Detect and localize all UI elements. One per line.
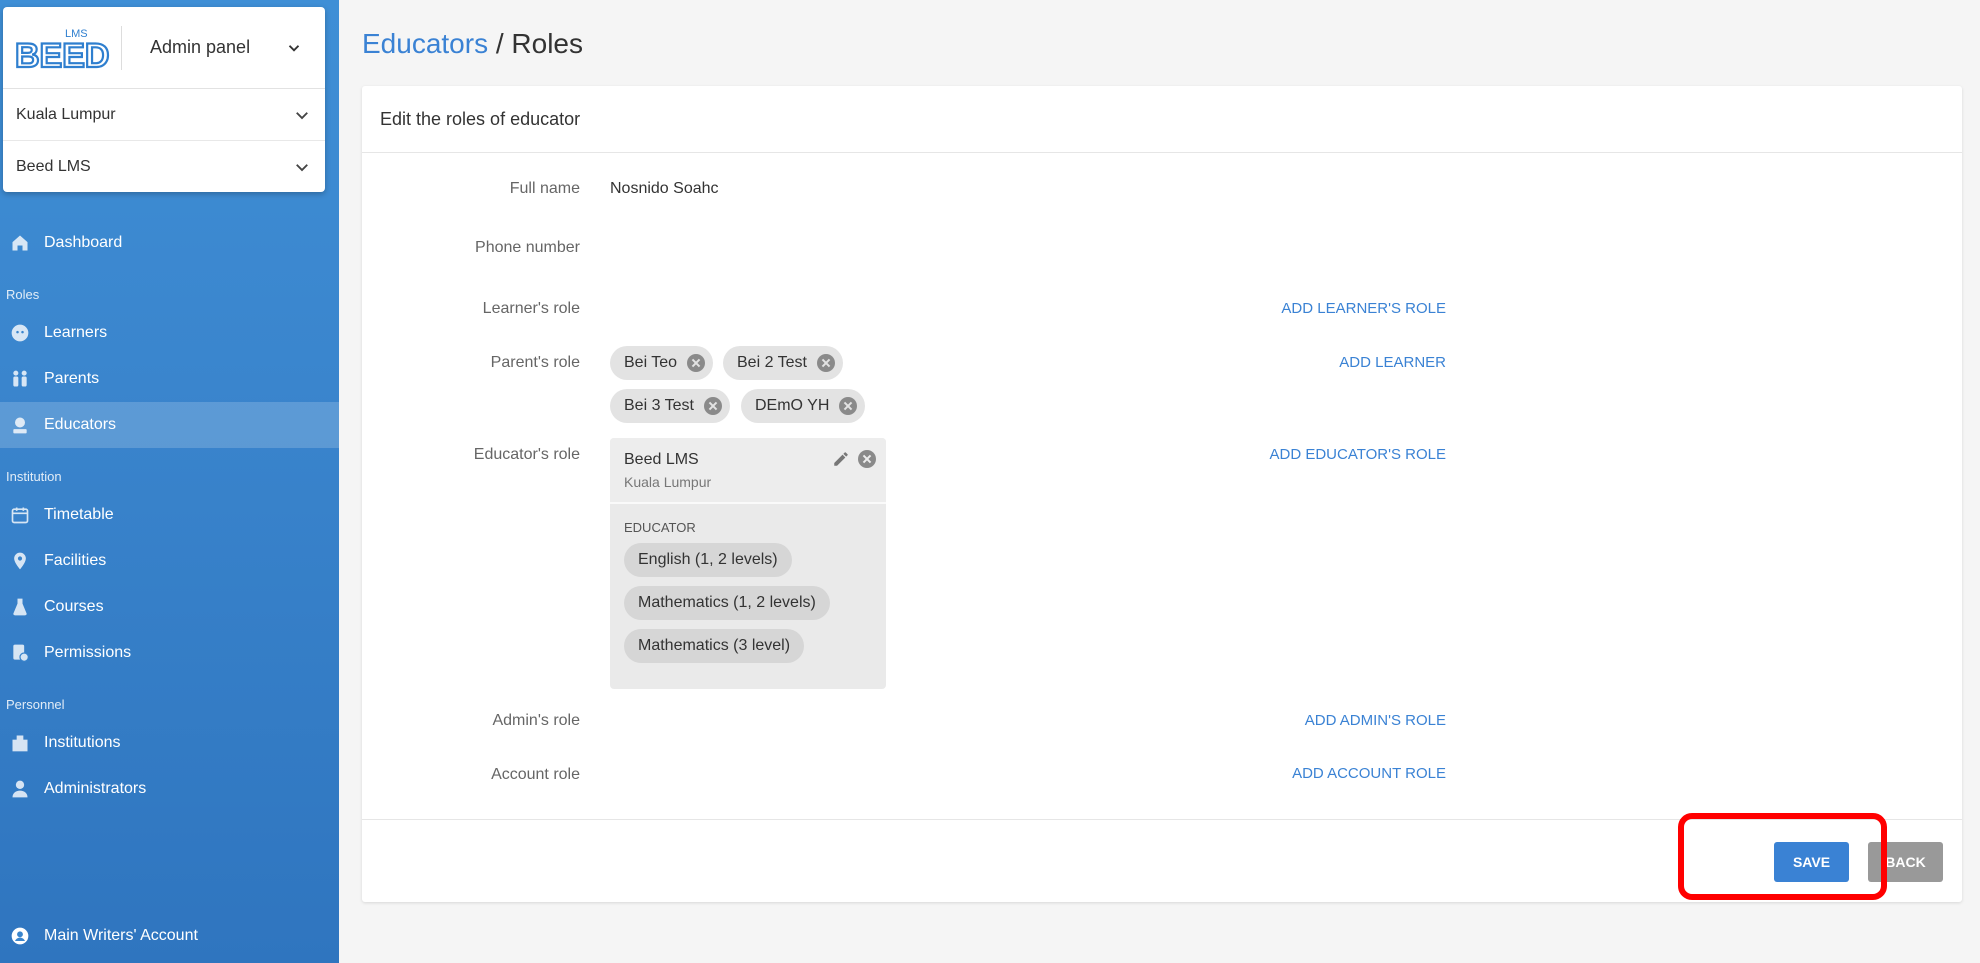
edit-roles-card: Edit the roles of educator Full name Nos… (362, 86, 1962, 902)
add-admin-role-link[interactable]: ADD ADMIN'S ROLE (1305, 712, 1446, 729)
admin-role-label: Admin's role (492, 712, 580, 729)
chevron-down-icon (296, 164, 308, 172)
breadcrumb-educators-link[interactable]: Educators (362, 28, 488, 59)
beed-logo[interactable]: LMS BEED (3, 7, 121, 89)
full-name-value: Nosnido Soahc (610, 180, 719, 197)
add-learner-link[interactable]: ADD LEARNER (1339, 354, 1446, 371)
learner-role-label: Learner's role (482, 300, 580, 317)
chevron-down-icon (288, 44, 300, 52)
sidebar: LMS BEED Admin panel Kuala Lumpur Beed L… (0, 0, 339, 963)
section-institution: Institution (6, 469, 62, 484)
educator-city: Kuala Lumpur (624, 474, 712, 490)
educator-role-label: Educator's role (473, 446, 580, 463)
remove-chip-icon[interactable] (687, 354, 706, 372)
subject-chip: Mathematics (1, 2 levels) (624, 586, 830, 620)
org-header: LMS BEED Admin panel (3, 7, 325, 89)
breadcrumb-separator: / (488, 28, 512, 59)
sidebar-item-courses[interactable]: Courses (0, 584, 339, 630)
educator-role-header: Beed LMS Kuala Lumpur (610, 438, 886, 504)
add-educator-role-link[interactable]: ADD EDUCATOR'S ROLE (1269, 446, 1446, 463)
sidebar-item-label: Facilities (44, 552, 107, 569)
remove-chip-icon[interactable] (703, 397, 722, 415)
sidebar-nav: Dashboard Roles Learners Parents Educato… (0, 220, 339, 812)
chip-label: Bei Teo (624, 354, 678, 371)
breadcrumb: Educators / Roles (362, 28, 583, 60)
sidebar-item-dashboard[interactable]: Dashboard (0, 220, 339, 266)
parent-role-label: Parent's role (490, 354, 580, 371)
sidebar-item-label: Dashboard (44, 234, 123, 251)
sidebar-item-institutions[interactable]: Institutions (0, 720, 339, 766)
parent-chip: Bei Teo (610, 346, 714, 380)
account-name: Main Writers' Account (44, 927, 198, 944)
sidebar-item-label: Permissions (44, 644, 132, 661)
add-learner-role-link[interactable]: ADD LEARNER'S ROLE (1281, 300, 1446, 317)
institution-select[interactable]: Beed LMS (3, 141, 325, 193)
sidebar-item-label: Timetable (44, 506, 114, 523)
location-select[interactable]: Kuala Lumpur (3, 89, 325, 141)
logo-text: BEED (15, 37, 109, 73)
remove-chip-icon[interactable] (816, 354, 835, 372)
parent-chip: Bei 2 Test (723, 346, 843, 380)
sidebar-item-educators[interactable]: Educators (0, 402, 339, 448)
save-button[interactable]: SAVE (1774, 842, 1849, 882)
building-icon (12, 735, 28, 752)
parent-chip: DEmO YH (741, 389, 866, 423)
parents-icon (13, 370, 27, 387)
sidebar-item-label: Institutions (44, 734, 121, 751)
admin-panel-label: Admin panel (150, 37, 251, 57)
sidebar-item-parents[interactable]: Parents (0, 356, 339, 402)
learner-icon (11, 324, 29, 342)
chip-label: Bei 2 Test (737, 354, 807, 371)
chip-label: DEmO YH (755, 397, 830, 414)
sidebar-item-permissions[interactable]: Permissions (0, 630, 339, 676)
subject-chip: Mathematics (3 level) (624, 629, 805, 663)
account-role-label: Account role (491, 766, 580, 783)
add-account-role-link[interactable]: ADD ACCOUNT ROLE (1292, 765, 1446, 782)
sidebar-item-label: Learners (44, 324, 108, 341)
card-title: Edit the roles of educator (362, 86, 1962, 153)
calendar-icon (11, 507, 29, 524)
educator-role-name: EDUCATOR (624, 520, 696, 535)
sidebar-item-label: Educators (44, 416, 117, 433)
subject-chip: English (1, 2 levels) (624, 543, 792, 577)
sidebar-item-facilities[interactable]: Facilities (0, 538, 339, 584)
full-name-label: Full name (509, 180, 580, 197)
sidebar-item-label: Courses (44, 598, 104, 615)
remove-role-icon[interactable] (858, 450, 876, 468)
sidebar-item-timetable[interactable]: Timetable (0, 492, 339, 538)
back-button[interactable]: BACK (1868, 842, 1943, 882)
location-pin-icon (14, 552, 26, 570)
chevron-down-icon (296, 111, 308, 119)
sidebar-item-label: Administrators (44, 780, 147, 797)
account-circle-icon (11, 927, 29, 945)
remove-chip-icon[interactable] (839, 397, 858, 415)
breadcrumb-current: Roles (511, 28, 584, 59)
flask-icon (13, 598, 27, 616)
educator-role-actions (832, 450, 876, 468)
card-footer-divider (362, 819, 1962, 820)
educator-role-details: EDUCATOR English (1, 2 levels) Mathemati… (610, 504, 886, 672)
sidebar-item-learners[interactable]: Learners (0, 310, 339, 356)
sidebar-item-label: Parents (44, 370, 100, 387)
phone-label: Phone number (475, 239, 580, 256)
section-personnel: Personnel (6, 697, 65, 712)
org-selector-card: LMS BEED Admin panel Kuala Lumpur Beed L… (3, 7, 325, 192)
admin-panel-select[interactable]: Admin panel (122, 37, 325, 58)
institution-select-label: Beed LMS (16, 158, 91, 175)
location-select-label: Kuala Lumpur (16, 105, 116, 123)
admin-icon (12, 780, 28, 798)
parent-chip: Bei 3 Test (610, 389, 730, 423)
permissions-icon (13, 644, 29, 662)
sidebar-item-administrators[interactable]: Administrators (0, 766, 339, 812)
edit-pencil-icon[interactable] (832, 450, 850, 468)
chip-label: Bei 3 Test (624, 397, 694, 414)
home-icon (12, 235, 28, 251)
educator-role-box: Beed LMS Kuala Lumpur EDUCATOR English (… (610, 438, 886, 689)
account-menu[interactable]: Main Writers' Account (0, 913, 198, 959)
educator-icon (13, 417, 27, 434)
section-roles: Roles (6, 287, 40, 302)
